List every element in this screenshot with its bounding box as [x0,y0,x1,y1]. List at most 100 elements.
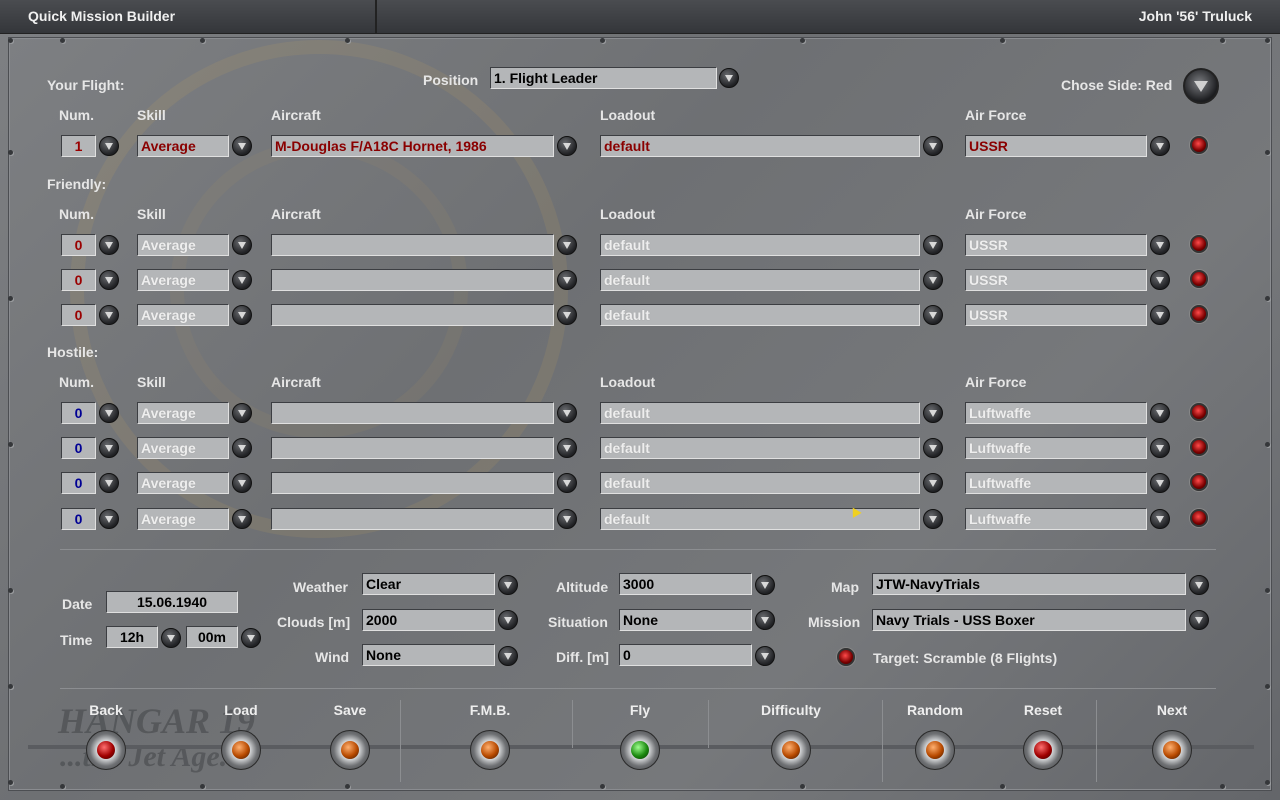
hostile-row-1-air-force-field[interactable]: Luftwaffe [965,402,1147,424]
hostile-row-2-loadout-field[interactable]: default [600,437,920,459]
friendly-row-2-skill-dropdown-icon[interactable] [232,270,252,290]
map-dropdown-icon[interactable] [1189,575,1209,595]
hostile-row-3-loadout-field[interactable]: default [600,472,920,494]
hostile-row-1-aircraft-field[interactable] [271,402,554,424]
hostile-row-2-skill-field[interactable]: Average [137,437,229,459]
hostile-row-1-air-force-dropdown-icon[interactable] [1150,403,1170,423]
random-button[interactable] [915,730,955,770]
altitude-field[interactable]: 3000 [619,573,752,595]
hostile-row-1-skill-field[interactable]: Average [137,402,229,424]
hostile-row-3-aircraft-field[interactable] [271,472,554,494]
time-minute-field[interactable]: 00m [186,626,238,648]
situation-field[interactable]: None [619,609,752,631]
hostile-row-3-skill-dropdown-icon[interactable] [232,473,252,493]
hostile-row-1-num-field[interactable]: 0 [61,402,96,424]
hostile-row-4-aircraft-dropdown-icon[interactable] [557,509,577,529]
time-hour-dropdown-icon[interactable] [161,628,181,648]
hostile-row-2-num-field[interactable]: 0 [61,437,96,459]
hostile-row-1-loadout-dropdown-icon[interactable] [923,403,943,423]
hostile-row-3-aircraft-dropdown-icon[interactable] [557,473,577,493]
time-hour-field[interactable]: 12h [106,626,158,648]
difficulty-button[interactable] [771,730,811,770]
your-flight-row-loadout-dropdown-icon[interactable] [923,136,943,156]
hostile-row-2-skill-dropdown-icon[interactable] [232,438,252,458]
hostile-row-2-air-force-field[interactable]: Luftwaffe [965,437,1147,459]
hostile-row-2-aircraft-field[interactable] [271,437,554,459]
hostile-row-4-loadout-dropdown-icon[interactable] [923,509,943,529]
friendly-row-2-num-dropdown-icon[interactable] [99,270,119,290]
difficulty-alt-dropdown-icon[interactable] [755,646,775,666]
situation-dropdown-icon[interactable] [755,610,775,630]
your-flight-row-aircraft-dropdown-icon[interactable] [557,136,577,156]
hostile-row-3-loadout-dropdown-icon[interactable] [923,473,943,493]
mission-field[interactable]: Navy Trials - USS Boxer [872,609,1186,631]
friendly-row-3-aircraft-dropdown-icon[interactable] [557,305,577,325]
friendly-row-2-air-force-field[interactable]: USSR [965,269,1147,291]
hostile-row-2-air-force-dropdown-icon[interactable] [1150,438,1170,458]
friendly-row-1-aircraft-field[interactable] [271,234,554,256]
your-flight-row-toggle-led[interactable] [1190,136,1208,154]
hostile-row-3-air-force-field[interactable]: Luftwaffe [965,472,1147,494]
friendly-row-3-num-field[interactable]: 0 [61,304,96,326]
friendly-row-2-loadout-dropdown-icon[interactable] [923,270,943,290]
altitude-dropdown-icon[interactable] [755,575,775,595]
hostile-row-2-toggle-led[interactable] [1190,438,1208,456]
friendly-row-3-loadout-field[interactable]: default [600,304,920,326]
hostile-row-2-aircraft-dropdown-icon[interactable] [557,438,577,458]
fmb-button[interactable] [470,730,510,770]
friendly-row-2-skill-field[interactable]: Average [137,269,229,291]
your-flight-row-skill-field[interactable]: Average [137,135,229,157]
friendly-row-2-loadout-field[interactable]: default [600,269,920,291]
date-field[interactable]: 15.06.1940 [106,591,238,613]
mission-dropdown-icon[interactable] [1189,610,1209,630]
clouds-dropdown-icon[interactable] [498,610,518,630]
friendly-row-1-aircraft-dropdown-icon[interactable] [557,235,577,255]
friendly-row-3-skill-dropdown-icon[interactable] [232,305,252,325]
friendly-row-2-aircraft-dropdown-icon[interactable] [557,270,577,290]
hostile-row-3-air-force-dropdown-icon[interactable] [1150,473,1170,493]
friendly-row-1-air-force-field[interactable]: USSR [965,234,1147,256]
friendly-row-3-loadout-dropdown-icon[interactable] [923,305,943,325]
your-flight-row-air-force-field[interactable]: USSR [965,135,1147,157]
time-minute-dropdown-icon[interactable] [241,628,261,648]
weather-dropdown-icon[interactable] [498,575,518,595]
your-flight-row-skill-dropdown-icon[interactable] [232,136,252,156]
difficulty-alt-field[interactable]: 0 [619,644,752,666]
friendly-row-2-air-force-dropdown-icon[interactable] [1150,270,1170,290]
friendly-row-1-skill-field[interactable]: Average [137,234,229,256]
fly-button[interactable] [620,730,660,770]
wind-dropdown-icon[interactable] [498,646,518,666]
save-button[interactable] [330,730,370,770]
friendly-row-1-num-dropdown-icon[interactable] [99,235,119,255]
hostile-row-4-num-field[interactable]: 0 [61,508,96,530]
friendly-row-1-skill-dropdown-icon[interactable] [232,235,252,255]
your-flight-row-loadout-field[interactable]: default [600,135,920,157]
friendly-row-2-toggle-led[interactable] [1190,270,1208,288]
weather-field[interactable]: Clear [362,573,495,595]
hostile-row-2-num-dropdown-icon[interactable] [99,438,119,458]
friendly-row-3-air-force-field[interactable]: USSR [965,304,1147,326]
hostile-row-4-skill-dropdown-icon[interactable] [232,509,252,529]
friendly-row-3-skill-field[interactable]: Average [137,304,229,326]
hostile-row-1-loadout-field[interactable]: default [600,402,920,424]
next-button[interactable] [1152,730,1192,770]
friendly-row-1-loadout-dropdown-icon[interactable] [923,235,943,255]
position-dropdown-icon[interactable] [719,68,739,88]
your-flight-row-aircraft-field[interactable]: M-Douglas F/A18C Hornet, 1986 [271,135,554,157]
clouds-field[interactable]: 2000 [362,609,495,631]
hostile-row-4-skill-field[interactable]: Average [137,508,229,530]
hostile-row-1-aircraft-dropdown-icon[interactable] [557,403,577,423]
hostile-row-1-num-dropdown-icon[interactable] [99,403,119,423]
back-button[interactable] [86,730,126,770]
hostile-row-4-air-force-field[interactable]: Luftwaffe [965,508,1147,530]
your-flight-row-num-field[interactable]: 1 [61,135,96,157]
target-toggle-led[interactable] [837,648,855,666]
load-button[interactable] [221,730,261,770]
friendly-row-3-aircraft-field[interactable] [271,304,554,326]
hostile-row-1-skill-dropdown-icon[interactable] [232,403,252,423]
side-select-icon[interactable] [1183,68,1219,104]
hostile-row-4-loadout-field[interactable]: default [600,508,920,530]
hostile-row-3-num-dropdown-icon[interactable] [99,473,119,493]
friendly-row-1-air-force-dropdown-icon[interactable] [1150,235,1170,255]
hostile-row-3-num-field[interactable]: 0 [61,472,96,494]
